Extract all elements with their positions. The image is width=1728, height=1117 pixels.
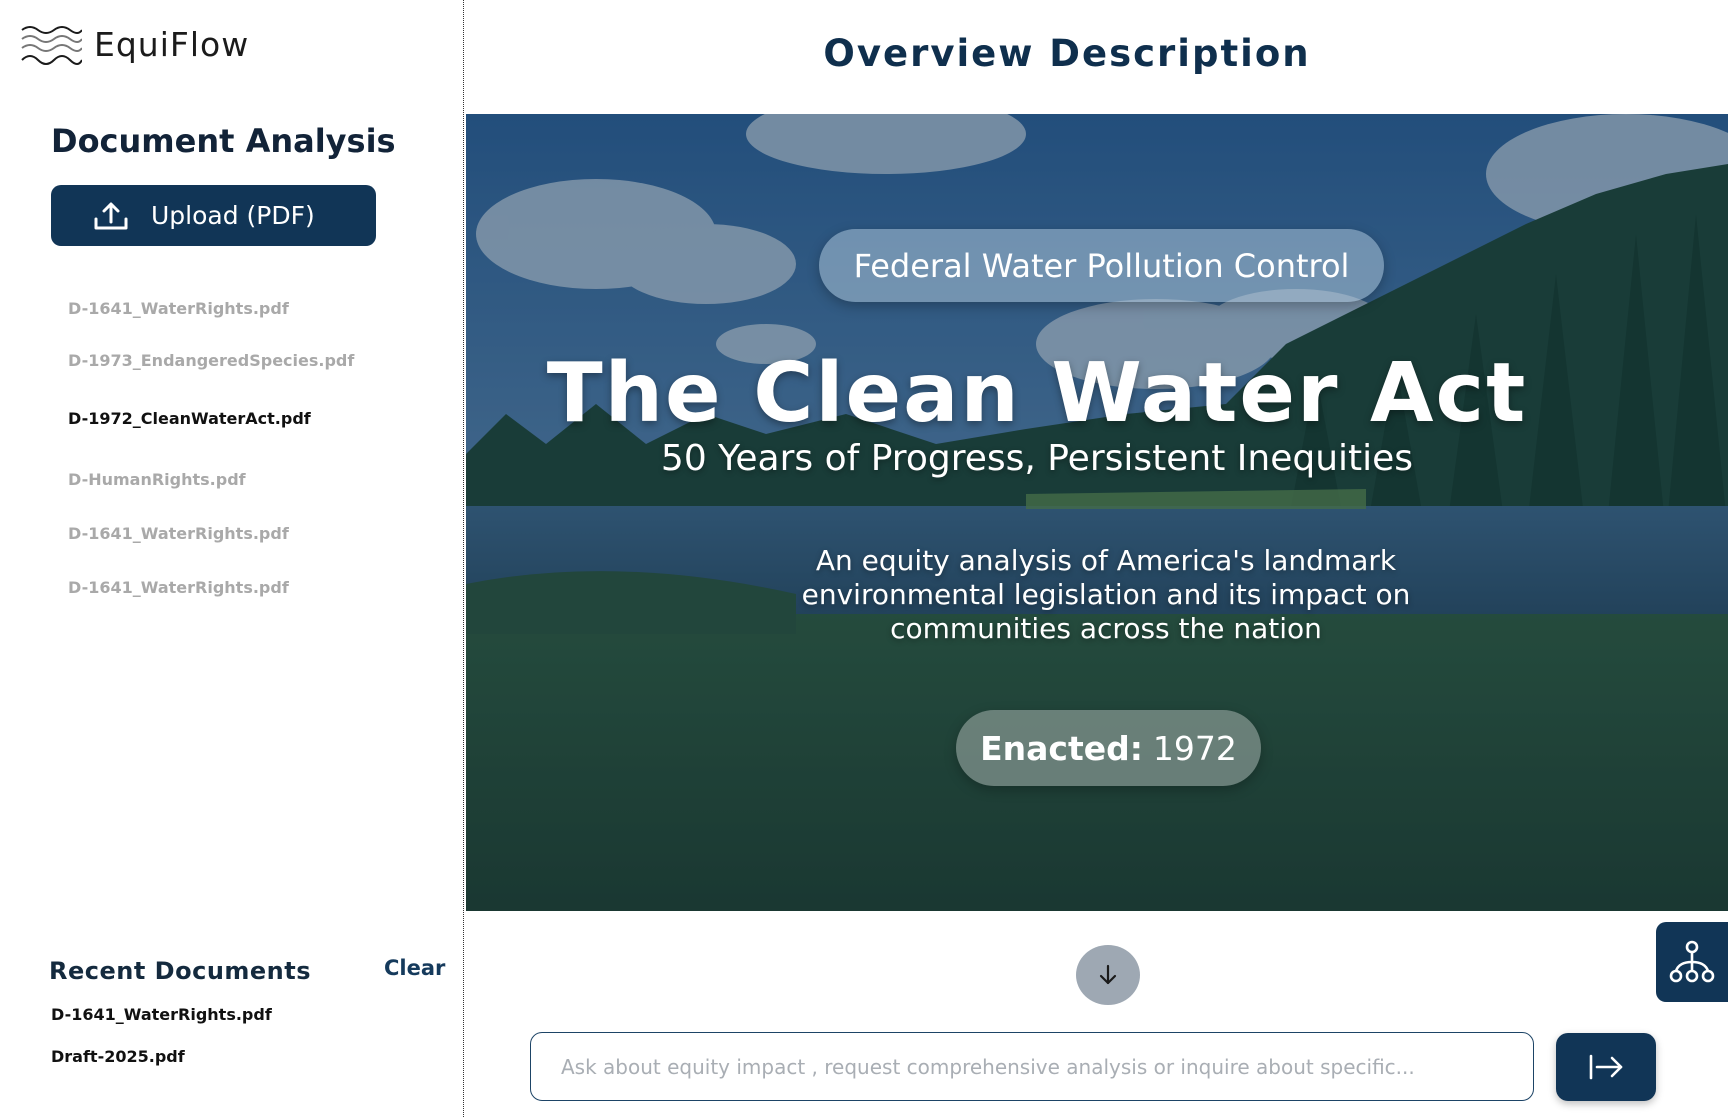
hero-description: An equity analysis of America's landmark… (776, 544, 1436, 646)
sidebar: EquiFlow Document Analysis Upload (PDF) … (0, 0, 466, 1117)
hero-description-line: An equity analysis of America's landmark (815, 544, 1397, 577)
enacted-label: Enacted: (980, 728, 1143, 768)
hero-title: The Clean Water Act (546, 346, 1528, 441)
page-title: Overview Description (823, 32, 1311, 75)
recent-item[interactable]: Draft-2025.pdf (51, 1047, 185, 1066)
send-button[interactable] (1556, 1033, 1656, 1101)
chat-input[interactable] (530, 1032, 1534, 1101)
brand-name: EquiFlow (94, 24, 250, 64)
waves-icon (21, 26, 82, 65)
brand[interactable]: EquiFlow (20, 22, 249, 66)
send-arrow-icon (1589, 1054, 1623, 1080)
enacted-year: 1972 (1152, 728, 1237, 768)
scroll-down-button[interactable] (1076, 945, 1140, 1005)
document-item[interactable]: D-1641_WaterRights.pdf (68, 524, 289, 543)
upload-label: Upload (PDF) (151, 201, 315, 230)
clear-recent-button[interactable]: Clear (384, 956, 445, 980)
document-item[interactable]: D-1641_WaterRights.pdf (68, 299, 289, 318)
upload-icon (94, 202, 128, 229)
hero-description-line: communities across the nation (890, 612, 1322, 645)
upload-pdf-button[interactable]: Upload (PDF) (51, 185, 376, 246)
hierarchy-icon (1669, 940, 1715, 983)
section-title: Document Analysis (51, 122, 396, 160)
hero-banner: Federal Water Pollution Control The Clea… (466, 114, 1728, 911)
recent-documents-title: Recent Documents (49, 957, 312, 985)
document-item[interactable]: D-1973_EndangeredSpecies.pdf (68, 351, 354, 370)
document-item[interactable]: D-1641_WaterRights.pdf (68, 578, 289, 597)
sidebar-divider (463, 0, 464, 1117)
hero-description-line: environmental legislation and its impact… (801, 578, 1411, 611)
document-item-active[interactable]: D-1972_CleanWaterAct.pdf (68, 409, 311, 428)
enacted-badge: Enacted: 1972 (956, 710, 1261, 786)
recent-item[interactable]: D-1641_WaterRights.pdf (51, 1005, 272, 1024)
diagram-view-button[interactable] (1656, 922, 1728, 1002)
document-item[interactable]: D-HumanRights.pdf (68, 470, 246, 489)
hero-tag: Federal Water Pollution Control (819, 229, 1384, 302)
arrow-down-icon (1099, 964, 1117, 985)
hero-subtitle: 50 Years of Progress, Persistent Inequit… (660, 438, 1414, 479)
